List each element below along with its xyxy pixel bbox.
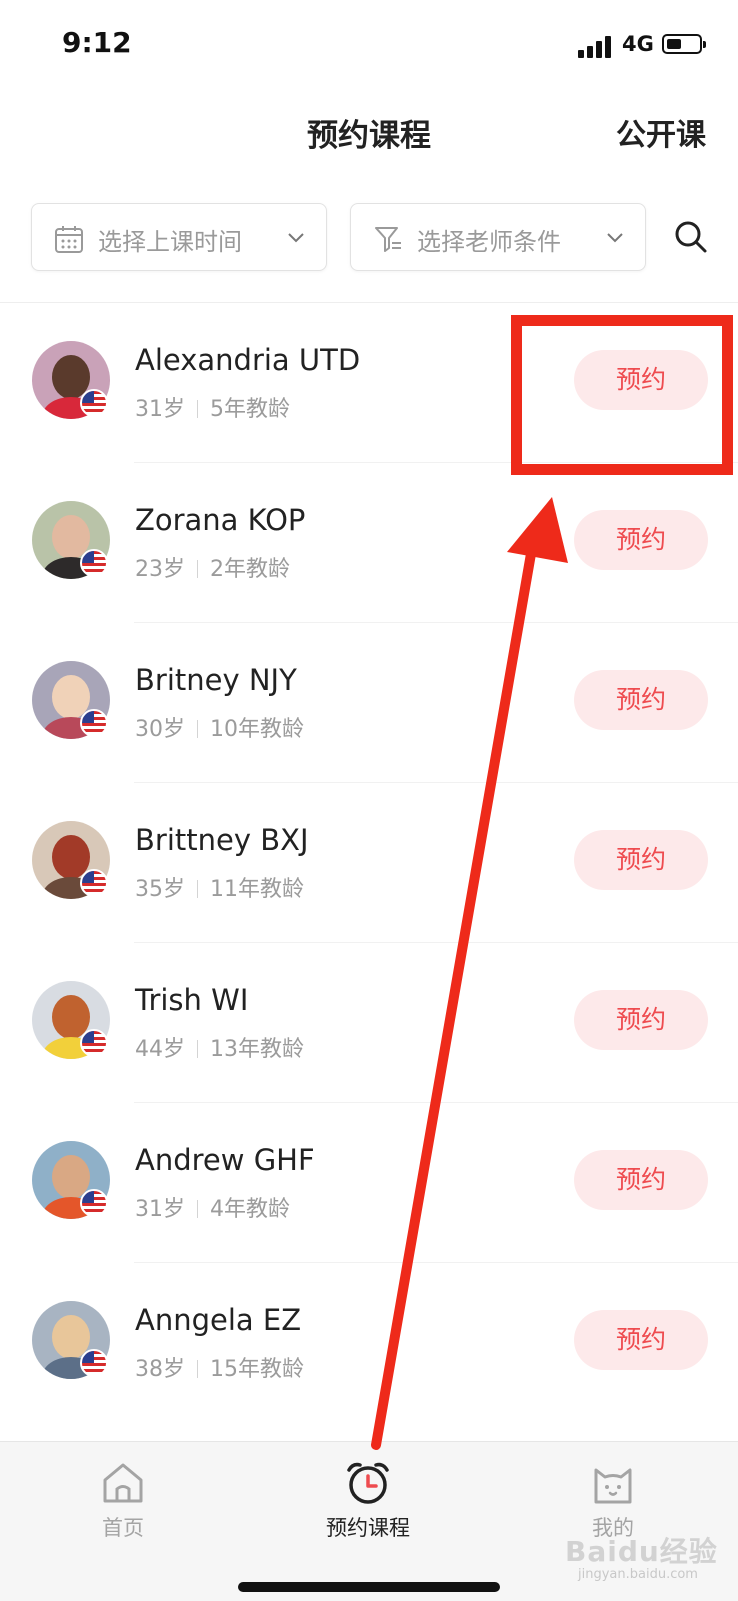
- teacher-name: Anngela EZ: [135, 1303, 302, 1337]
- teacher-filter-label: 选择老师条件: [417, 228, 561, 256]
- us-flag-icon: [80, 709, 108, 737]
- us-flag-icon: [80, 869, 108, 897]
- search-icon[interactable]: [674, 220, 708, 254]
- teacher-row[interactable]: Trish WI 44岁 13年教龄 预约: [0, 943, 738, 1103]
- teacher-meta: 38岁 15年教龄: [135, 1351, 304, 1383]
- tab-home[interactable]: 首页: [43, 1442, 203, 1542]
- teacher-meta: 30岁 10年教龄: [135, 711, 304, 743]
- teacher-experience: 10年教龄: [210, 717, 304, 742]
- teacher-experience: 13年教龄: [210, 1037, 304, 1062]
- filter-icon: [375, 227, 401, 252]
- teacher-meta: 23岁 2年教龄: [135, 551, 290, 583]
- teacher-row[interactable]: Anngela EZ 38岁 15年教龄 预约: [0, 1263, 738, 1423]
- teacher-row[interactable]: Andrew GHF 31岁 4年教龄 预约: [0, 1103, 738, 1263]
- book-button[interactable]: 预约: [574, 670, 708, 730]
- teacher-meta: 31岁 4年教龄: [135, 1191, 290, 1223]
- teacher-age: 31岁: [135, 397, 185, 422]
- tab-mine[interactable]: 我的: [533, 1442, 693, 1542]
- tab-label: 首页: [102, 1516, 144, 1540]
- us-flag-icon: [80, 549, 108, 577]
- book-button[interactable]: 预约: [574, 990, 708, 1050]
- status-time: 9:12: [62, 26, 132, 59]
- watermark: Baidu经验: [565, 1535, 718, 1568]
- teacher-name: Zorana KOP: [135, 503, 306, 537]
- watermark-url: jingyan.baidu.com: [578, 1567, 698, 1582]
- home-indicator: [238, 1582, 500, 1592]
- teacher-name: Alexandria UTD: [135, 343, 361, 377]
- teacher-age: 44岁: [135, 1037, 185, 1062]
- teacher-row[interactable]: Brittney BXJ 35岁 11年教龄 预约: [0, 783, 738, 943]
- book-button[interactable]: 预约: [574, 1310, 708, 1370]
- teacher-experience: 2年教龄: [210, 557, 290, 582]
- teacher-age: 23岁: [135, 557, 185, 582]
- teacher-name: Britney NJY: [135, 663, 297, 697]
- book-button[interactable]: 预约: [574, 1150, 708, 1210]
- tab-label: 预约课程: [326, 1516, 410, 1540]
- status-bar: 9:12 4G: [0, 0, 738, 90]
- teacher-age: 35岁: [135, 877, 185, 902]
- teacher-experience: 11年教龄: [210, 877, 304, 902]
- open-class-link[interactable]: 公开课: [616, 110, 706, 154]
- teacher-row[interactable]: Britney NJY 30岁 10年教龄 预约: [0, 623, 738, 783]
- cat-face-icon: [594, 1468, 632, 1504]
- chevron-down-icon: [288, 233, 304, 243]
- time-filter-label: 选择上课时间: [98, 228, 242, 256]
- time-filter-dropdown[interactable]: 选择上课时间: [31, 203, 327, 271]
- us-flag-icon: [80, 1349, 108, 1377]
- teacher-name: Andrew GHF: [135, 1143, 315, 1177]
- teacher-name: Brittney BXJ: [135, 823, 309, 857]
- alarm-clock-icon: [347, 1462, 389, 1504]
- teacher-experience: 15年教龄: [210, 1357, 304, 1382]
- tab-booking[interactable]: 预约课程: [288, 1442, 448, 1542]
- chevron-down-icon: [607, 233, 623, 243]
- network-type: 4G: [622, 32, 654, 56]
- book-button[interactable]: 预约: [574, 830, 708, 890]
- teacher-meta: 35岁 11年教龄: [135, 871, 304, 903]
- teacher-age: 30岁: [135, 717, 185, 742]
- us-flag-icon: [80, 1029, 108, 1057]
- teacher-experience: 4年教龄: [210, 1197, 290, 1222]
- calendar-icon: [55, 226, 83, 253]
- battery-icon: [662, 34, 706, 54]
- teacher-name: Trish WI: [135, 983, 249, 1017]
- annotation-highlight-box: [511, 315, 733, 475]
- teacher-filter-dropdown[interactable]: 选择老师条件: [350, 203, 646, 271]
- signal-icon: [578, 34, 614, 58]
- teacher-experience: 5年教龄: [210, 397, 290, 422]
- teacher-age: 31岁: [135, 1197, 185, 1222]
- home-icon: [103, 1463, 143, 1503]
- book-button[interactable]: 预约: [574, 510, 708, 570]
- teacher-meta: 31岁 5年教龄: [135, 391, 290, 423]
- us-flag-icon: [80, 1189, 108, 1217]
- teacher-meta: 44岁 13年教龄: [135, 1031, 304, 1063]
- teacher-age: 38岁: [135, 1357, 185, 1382]
- us-flag-icon: [80, 389, 108, 417]
- teacher-row[interactable]: Zorana KOP 23岁 2年教龄 预约: [0, 463, 738, 623]
